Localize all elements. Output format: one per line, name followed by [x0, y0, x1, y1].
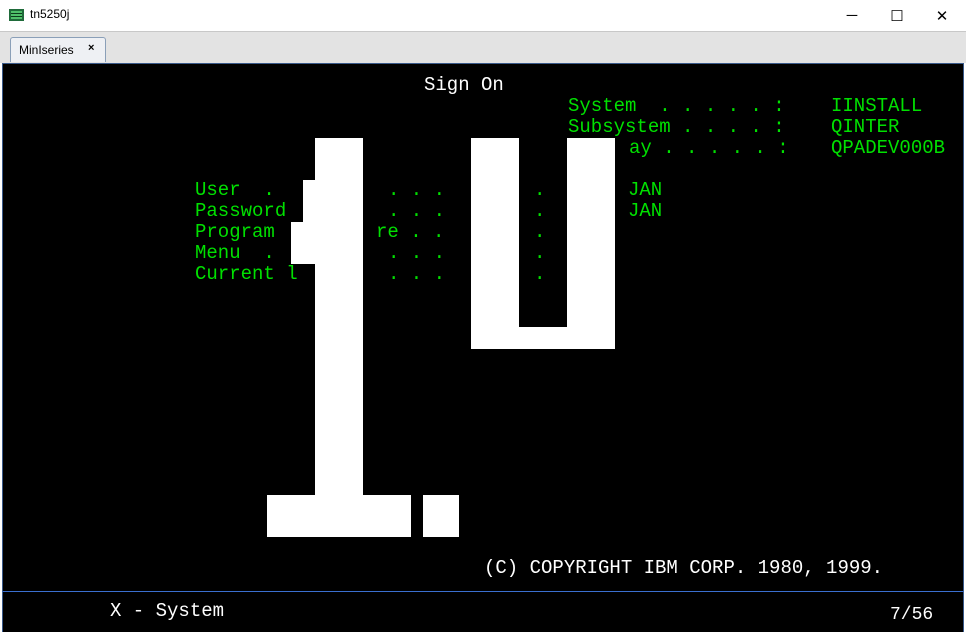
- terminal-screen[interactable]: Sign On System . . . . . : IINSTALL Subs…: [2, 63, 964, 591]
- logo-u-left: [471, 138, 519, 349]
- window-title: tn5250j: [30, 7, 70, 21]
- current-library-label: Current l: [195, 263, 298, 285]
- password-dots: . . .: [388, 200, 446, 222]
- program-label: Program: [195, 221, 275, 243]
- menu-label: Menu .: [195, 242, 275, 264]
- program-tail: .: [534, 221, 546, 243]
- password-label: Password: [195, 200, 287, 222]
- tab-close-icon[interactable]: ×: [88, 42, 94, 54]
- session-tabstrip: MinIseries ×: [0, 31, 966, 63]
- logo-i-base: [267, 495, 411, 537]
- user-input[interactable]: JAN: [628, 180, 662, 201]
- window-titlebar: tn5250j ─ ☐ ✕: [0, 0, 966, 31]
- logo-i-notch-lower: [291, 222, 319, 264]
- subsystem-label: Subsystem . . . . :: [568, 116, 785, 138]
- terminal-status-line: X - System 7/56: [2, 591, 964, 632]
- current-library-tail: .: [534, 263, 546, 285]
- status-message: X - System: [110, 600, 225, 622]
- menu-tail: .: [534, 242, 546, 264]
- maximize-button[interactable]: ☐: [874, 0, 920, 31]
- user-dots: . . .: [388, 179, 446, 201]
- program-dots: re . .: [376, 221, 445, 243]
- password-input[interactable]: JAN: [628, 201, 662, 222]
- tab-miniseries[interactable]: MinIseries ×: [10, 37, 106, 62]
- system-label: System . . . . . :: [568, 95, 785, 117]
- system-value: IINSTALL: [831, 95, 923, 117]
- tab-label: MinIseries: [19, 43, 74, 57]
- copyright-text: (C) COPYRIGHT IBM CORP. 1980, 1999.: [484, 557, 884, 579]
- user-label: User .: [195, 179, 275, 201]
- app-icon: [9, 9, 24, 21]
- display-value: QPADEV000B: [831, 137, 946, 159]
- minimize-button[interactable]: ─: [829, 0, 875, 31]
- logo-i-notch-upper: [303, 180, 323, 222]
- user-tail: .: [534, 179, 546, 201]
- screen-heading: Sign On: [424, 74, 504, 96]
- cursor-position: 7/56: [890, 605, 934, 625]
- display-label: ay . . . . . :: [629, 137, 789, 159]
- subsystem-value: QINTER: [831, 116, 900, 138]
- password-tail: .: [534, 200, 546, 222]
- menu-dots: . . .: [388, 242, 446, 264]
- current-library-dots: . . .: [388, 263, 446, 285]
- logo-u-right: [567, 138, 615, 349]
- logo-u-bottom: [471, 327, 615, 349]
- logo-period: [423, 495, 459, 537]
- close-button[interactable]: ✕: [919, 0, 965, 31]
